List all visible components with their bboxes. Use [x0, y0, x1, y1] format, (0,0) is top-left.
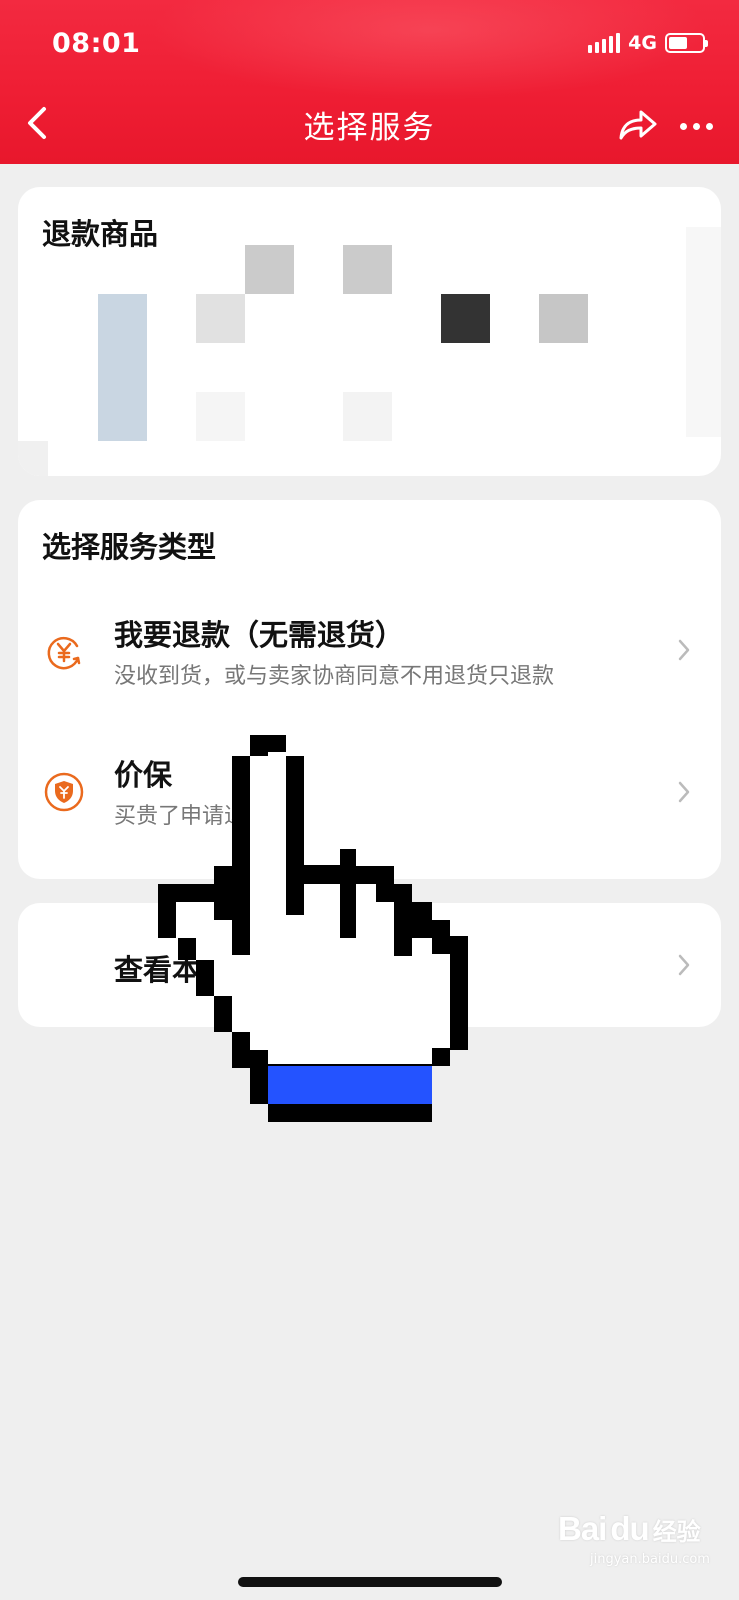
- home-indicator[interactable]: [238, 1577, 502, 1587]
- network-label: 4G: [628, 32, 657, 54]
- app-header: 08:01 4G 选择服务: [0, 0, 739, 164]
- yen-refund-icon: [47, 636, 81, 670]
- more-button[interactable]: [680, 116, 720, 136]
- service-type-title: 选择服务类型: [42, 530, 217, 564]
- price-protect-option[interactable]: 价保 买贵了申请退差额: [18, 732, 721, 862]
- price-protect-subtitle: 买贵了申请退差额: [114, 804, 291, 829]
- battery-icon: [665, 33, 708, 53]
- watermark-text: 经验: [652, 1517, 701, 1546]
- chevron-right-icon: [678, 639, 690, 661]
- signal-icon: [588, 33, 621, 53]
- status-time: 08:01: [52, 28, 141, 59]
- baidu-watermark: Bai du 经验: [558, 1510, 701, 1548]
- status-icons: 4G: [588, 32, 708, 54]
- refund-goods-card: 退款商品: [18, 187, 721, 476]
- view-more-label: 查看本: [114, 953, 202, 987]
- price-protect-icon: [44, 772, 84, 812]
- refund-only-option[interactable]: 我要退款（无需退货） 没收到货，或与卖家协商同意不用退货只退款: [18, 590, 721, 720]
- watermark-brand-paw: du: [610, 1510, 649, 1547]
- service-type-card: 选择服务类型 我要退款（无需退货） 没收到货，或与卖家协商同意不用退货只退款 价…: [18, 500, 721, 879]
- chevron-right-icon: [678, 954, 690, 976]
- view-more-card[interactable]: 查看本: [18, 903, 721, 1027]
- watermark-url: jingyan.baidu.com: [590, 1552, 710, 1567]
- refund-only-subtitle: 没收到货，或与卖家协商同意不用退货只退款: [114, 664, 555, 689]
- refund-goods-title: 退款商品: [42, 217, 159, 251]
- price-protect-title: 价保: [114, 758, 173, 792]
- refund-only-title: 我要退款（无需退货）: [114, 618, 405, 652]
- share-button[interactable]: [617, 106, 659, 142]
- watermark-brand: Bai: [558, 1510, 607, 1547]
- chevron-right-icon: [678, 781, 690, 803]
